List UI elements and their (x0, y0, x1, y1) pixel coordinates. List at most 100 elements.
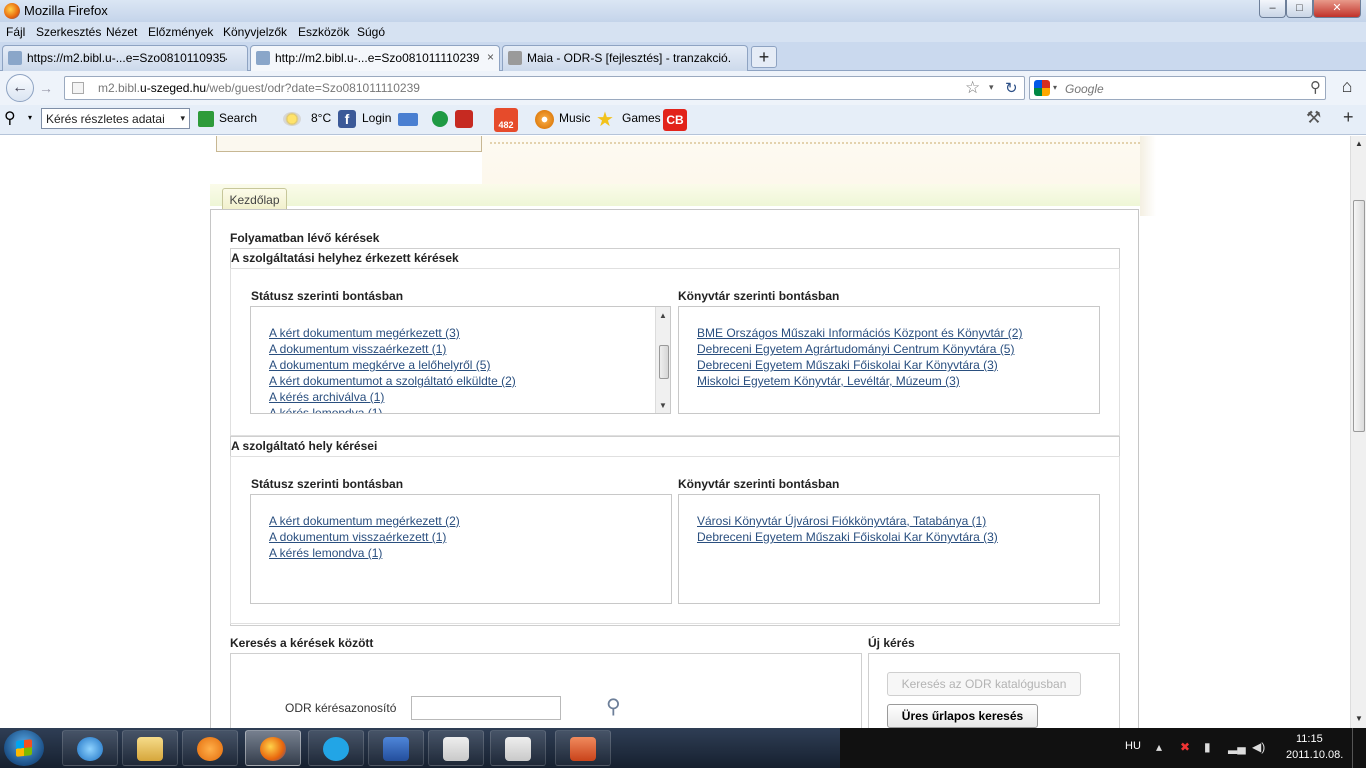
music-icon[interactable] (535, 110, 554, 129)
close-button[interactable]: ✕ (1313, 0, 1361, 18)
tab-1[interactable]: https://m2.bibl.u-...e=Szo081011093547 (2, 45, 248, 71)
menu-tools[interactable]: Eszközök (298, 25, 349, 39)
url-dropdown-icon[interactable]: ▾ (989, 82, 994, 93)
tab-3-label: Maia - ODR-S [fejlesztés] - tranzakció..… (527, 51, 732, 65)
page-scroll-thumb[interactable] (1353, 200, 1365, 432)
menu-edit[interactable]: Szerkesztés (36, 25, 101, 39)
google-icon[interactable] (1034, 80, 1050, 96)
tab-3[interactable]: Maia - ODR-S [fejlesztés] - tranzakció..… (502, 45, 748, 71)
menu-bookmarks[interactable]: Könyvjelzők (223, 25, 287, 39)
taskbar-word[interactable] (368, 730, 424, 766)
search-icon[interactable]: ⚲ (1310, 78, 1321, 96)
scroll-down-icon[interactable]: ▼ (659, 401, 667, 410)
scroll-up-icon[interactable]: ▲ (659, 311, 667, 320)
status-list-scrollbar[interactable]: ▲ ▼ (655, 307, 670, 413)
search-bar[interactable]: ▾ Google ⚲ (1029, 76, 1326, 100)
page-scroll-down-icon[interactable]: ▼ (1355, 714, 1363, 723)
clock-time[interactable]: 11:15 (1296, 733, 1323, 745)
tab-2[interactable]: http://m2.bibl.u-...e=Szo081011110239 × (250, 45, 500, 72)
tray-expand-icon[interactable]: ▴ (1156, 740, 1162, 754)
menu-view[interactable]: Nézet (106, 25, 137, 39)
odr-catalog-search-button[interactable]: Keresés az ODR katalógusban (887, 672, 1081, 696)
new-request-title: Új kérés (868, 636, 915, 650)
network-error-icon[interactable]: ✖ (1180, 740, 1190, 754)
scroll-thumb[interactable] (659, 345, 669, 379)
odr-id-input[interactable] (411, 696, 561, 720)
library-link-s2-2[interactable]: Debreceni Egyetem Műszaki Főiskolai Kar … (697, 530, 998, 544)
library-link-4[interactable]: Miskolci Egyetem Könyvtár, Levéltár, Múz… (697, 374, 960, 388)
library-link-2[interactable]: Debreceni Egyetem Agrártudományi Centrum… (697, 342, 1014, 356)
status-link-s2-3[interactable]: A kérés lemondva (1) (269, 546, 382, 560)
empty-form-search-button[interactable]: Üres űrlapos keresés (887, 704, 1038, 728)
status-link-1[interactable]: A kért dokumentum megérkezett (3) (269, 326, 460, 340)
youtube-icon[interactable] (455, 110, 473, 128)
magnifier-dropdown-icon[interactable]: ▾ (28, 113, 32, 122)
status-link-3[interactable]: A dokumentum megkérve a lelőhelyről (5) (269, 358, 490, 372)
taskbar-skype[interactable] (308, 730, 364, 766)
windows-logo-icon (16, 739, 32, 757)
taskbar-explorer[interactable] (122, 730, 178, 766)
back-button[interactable]: ← (6, 74, 34, 102)
toolbar-login[interactable]: Login (362, 111, 391, 125)
taskbar-java-1[interactable] (428, 730, 484, 766)
status-link-4[interactable]: A kért dokumentumot a szolgáltató elküld… (269, 374, 516, 388)
status-link-2[interactable]: A dokumentum visszaérkezett (1) (269, 342, 446, 356)
mail-icon[interactable] (398, 113, 418, 126)
start-button[interactable] (4, 730, 44, 766)
home-icon[interactable]: ⌂ (1334, 76, 1360, 100)
toolbar-games[interactable]: Games (622, 111, 661, 125)
new-tab-button[interactable]: + (751, 46, 777, 68)
forward-button[interactable]: → (36, 78, 56, 98)
url-bar[interactable]: m2.bibl.u-szeged.hu/web/guest/odr?date=S… (64, 76, 1025, 100)
tab-close-icon[interactable]: × (487, 50, 494, 64)
library-link-1[interactable]: BME Országos Műszaki Információs Központ… (697, 326, 1022, 340)
library-link-s2-1[interactable]: Városi Könyvtár Újvárosi Fiókkönyvtára, … (697, 514, 986, 528)
status-link-6[interactable]: A kérés lemondva (1) (269, 406, 382, 413)
utorrent-icon[interactable] (432, 111, 448, 127)
cb-icon[interactable]: CB (663, 109, 687, 131)
page-scroll-up-icon[interactable]: ▲ (1355, 139, 1363, 148)
toolbar-music[interactable]: Music (559, 111, 590, 125)
taskbar-ie[interactable] (62, 730, 118, 766)
engine-dropdown-icon[interactable]: ▾ (1053, 83, 1057, 92)
power-icon[interactable]: ▮ (1204, 740, 1211, 754)
weather-icon[interactable] (283, 112, 301, 126)
menu-help[interactable]: Súgó (357, 25, 385, 39)
taskbar-powerpoint[interactable] (555, 730, 611, 766)
bookmark-star-icon[interactable]: ☆ (965, 78, 980, 98)
volume-icon[interactable]: ◀) (1252, 740, 1265, 754)
language-indicator[interactable]: HU (1125, 740, 1141, 752)
request-details-select[interactable]: Kérés részletes adatai ▾ (41, 108, 190, 129)
weather-temp[interactable]: 8°C (311, 111, 331, 125)
magnifier-icon[interactable]: ⚲ (4, 108, 16, 128)
tab-2-label: http://m2.bibl.u-...e=Szo081011110239 (275, 51, 480, 65)
signal-icon[interactable]: ▂▄ (1228, 740, 1246, 754)
status-link-5[interactable]: A kérés archiválva (1) (269, 390, 384, 404)
wrench-icon[interactable]: ⚒ (1306, 108, 1321, 128)
mail-count-badge[interactable]: 482 (494, 108, 518, 132)
toolbar-search[interactable]: Search (219, 111, 257, 125)
taskbar-firefox[interactable] (245, 730, 301, 766)
status-link-s2-1[interactable]: A kért dokumentum megérkezett (2) (269, 514, 460, 528)
page-scrollbar[interactable]: ▲ ▼ (1350, 136, 1366, 728)
taskbar-media-player[interactable] (182, 730, 238, 766)
show-desktop-button[interactable] (1352, 728, 1366, 768)
clock-date[interactable]: 2011.10.08. (1286, 749, 1343, 761)
minimize-button[interactable]: – (1259, 0, 1286, 18)
menu-history[interactable]: Előzmények (148, 25, 213, 39)
menu-file[interactable]: Fájl (6, 25, 25, 39)
maximize-button[interactable]: □ (1286, 0, 1313, 18)
reload-icon[interactable]: ↻ (1005, 79, 1018, 97)
library-link-3[interactable]: Debreceni Egyetem Műszaki Főiskolai Kar … (697, 358, 998, 372)
search-requests-title: Keresés a kérések között (230, 636, 374, 650)
search-magnifier-icon[interactable]: ⚲ (606, 694, 621, 719)
search-placeholder[interactable]: Google (1065, 82, 1104, 96)
url-text[interactable]: m2.bibl.u-szeged.hu/web/guest/odr?date=S… (98, 81, 420, 95)
status-link-s2-2[interactable]: A dokumentum visszaérkezett (1) (269, 530, 446, 544)
search-go-icon[interactable] (198, 111, 214, 127)
status-list-1[interactable]: A kért dokumentum megérkezett (3) A doku… (250, 306, 671, 414)
add-toolbar-icon[interactable]: + (1343, 107, 1354, 128)
taskbar-java-2[interactable] (490, 730, 546, 766)
facebook-icon[interactable]: f (338, 110, 356, 128)
games-star-icon[interactable]: ★ (596, 107, 614, 132)
